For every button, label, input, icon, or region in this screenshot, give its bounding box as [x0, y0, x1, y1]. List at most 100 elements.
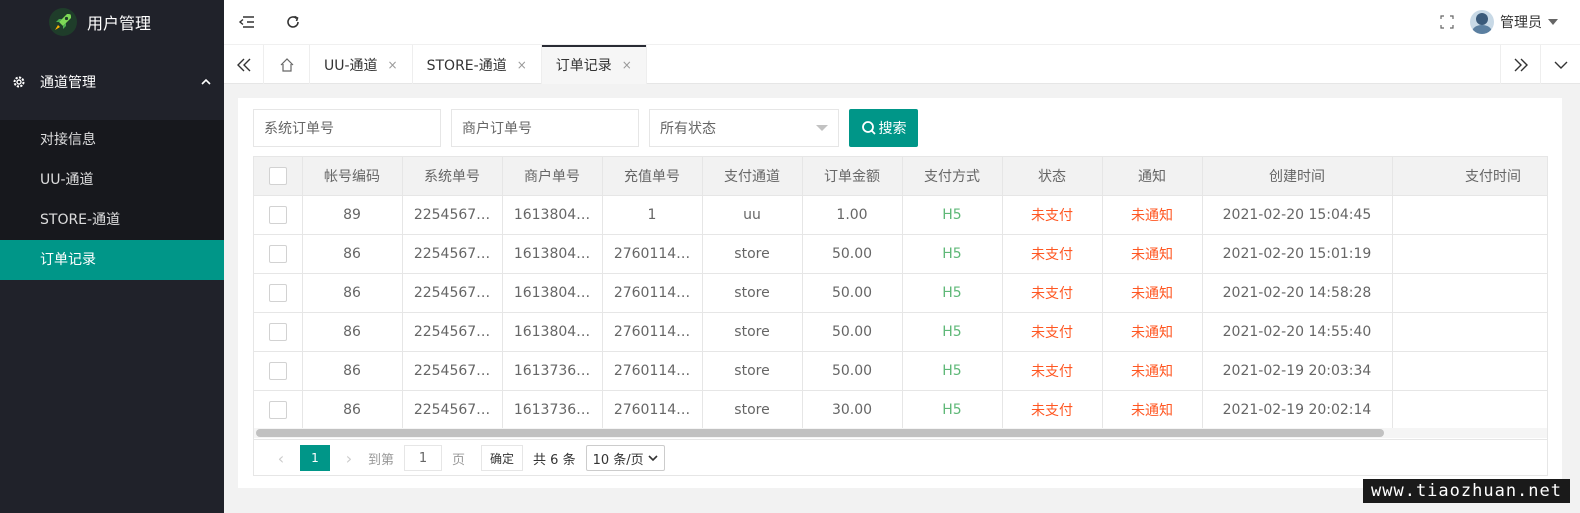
row-select-cell [254, 273, 303, 313]
tab-bar: UU-通道 × STORE-通道 × 订单记录 × [224, 44, 1580, 84]
cell-order-amount: 50.00 [802, 234, 903, 274]
column-header[interactable]: 创建时间 [1202, 157, 1393, 196]
cell-account-code: 86 [302, 234, 403, 274]
watermark: www.tiaozhuan.net [1363, 479, 1570, 503]
cell-paid-time [1392, 273, 1547, 313]
tabs-scroll-right-icon[interactable] [1500, 45, 1540, 84]
search-button-label: 搜索 [878, 121, 907, 137]
table-row[interactable]: 86 2254567… 1613736… 2760114… store 50.00 H5 未支… [254, 351, 1547, 391]
orders-table: 帐号编码 系统单号 商户单号 充值单号 支付通道 订单金额 支付方式 状态 通知… [253, 156, 1548, 476]
column-header[interactable]: 系统单号 [402, 157, 503, 196]
gear-icon [12, 74, 28, 90]
tab-close-icon[interactable]: × [517, 58, 527, 72]
cell-account-code: 86 [302, 312, 403, 352]
column-header[interactable]: 充值单号 [602, 157, 703, 196]
tab-order-records[interactable]: 订单记录 × [541, 45, 647, 84]
user-menu[interactable]: 管理员 [1470, 10, 1580, 34]
cell-pay-method: H5 [902, 390, 1003, 430]
table-row[interactable]: 86 2254567… 1613736… 2760114… store 30.00 H5 未支… [254, 390, 1547, 430]
horizontal-scrollbar[interactable] [254, 428, 1547, 438]
tab-store-channel[interactable]: STORE-通道 × [413, 45, 542, 84]
top-header: 管理员 [224, 0, 1580, 44]
caret-down-icon [1548, 19, 1558, 25]
tabs-scroll-left-icon[interactable] [224, 45, 264, 84]
total-count: 共 6 条 [533, 452, 576, 468]
cell-status: 未支付 [1002, 195, 1103, 235]
prev-page-icon[interactable]: ‹ [268, 445, 294, 471]
rocket-logo-icon [48, 8, 77, 36]
row-checkbox[interactable] [268, 400, 287, 419]
page-size-select[interactable]: 10 条/页 [585, 445, 665, 471]
cell-merchant-order: 1613804… [502, 234, 603, 274]
cell-created-time: 2021-02-20 15:04:45 [1202, 195, 1393, 235]
cell-created-time: 2021-02-19 20:02:14 [1202, 390, 1393, 430]
table-row[interactable]: 86 2254567… 1613804… 2760114… store 50.00 H5 未支… [254, 273, 1547, 313]
column-header[interactable]: 帐号编码 [302, 157, 403, 196]
cell-pay-channel: store [702, 234, 803, 274]
cell-notify: 未通知 [1102, 390, 1203, 430]
cell-status: 未支付 [1002, 273, 1103, 313]
refresh-icon[interactable] [270, 0, 316, 44]
cell-system-order: 2254567… [402, 390, 503, 430]
table-row[interactable]: 89 2254567… 1613804… 1 uu 1.00 H5 未支付 未通知 2021-02… [254, 195, 1547, 235]
tabs-dropdown-icon[interactable] [1540, 45, 1580, 84]
cell-status: 未支付 [1002, 390, 1103, 430]
search-button[interactable]: 搜索 [849, 109, 918, 147]
row-checkbox[interactable] [268, 205, 287, 224]
next-page-icon[interactable]: › [336, 445, 362, 471]
column-header[interactable]: 支付通道 [702, 157, 803, 196]
merchant-order-input[interactable]: 商户订单号 [451, 109, 639, 147]
fullscreen-icon[interactable] [1424, 0, 1470, 44]
column-header[interactable]: 支付方式 [902, 157, 1003, 196]
cell-created-time: 2021-02-20 14:58:28 [1202, 273, 1393, 313]
tab-home-icon[interactable] [264, 45, 310, 84]
cell-paid-time [1392, 234, 1547, 274]
chevron-up-icon [200, 76, 212, 88]
cell-pay-channel: store [702, 273, 803, 313]
cell-pay-method: H5 [902, 234, 1003, 274]
cell-merchant-order: 1613736… [502, 351, 603, 391]
select-all-checkbox[interactable] [268, 166, 287, 185]
app-title: 用户管理 [86, 14, 151, 33]
cell-merchant-order: 1613804… [502, 195, 603, 235]
logo[interactable]: 用户管理 [0, 0, 224, 44]
cell-status: 未支付 [1002, 234, 1103, 274]
nav-group-channel-management[interactable]: 通道管理 [0, 44, 224, 120]
cell-pay-channel: uu [702, 195, 803, 235]
system-order-input[interactable]: 系统订单号 [253, 109, 441, 147]
row-select-cell [254, 312, 303, 352]
cell-created-time: 2021-02-20 14:55:40 [1202, 312, 1393, 352]
cell-recharge-order: 2760114… [602, 351, 703, 391]
collapse-menu-icon[interactable] [224, 0, 270, 44]
column-header[interactable]: 通知 [1102, 157, 1203, 196]
row-checkbox[interactable] [268, 283, 287, 302]
status-select[interactable]: 所有状态 [649, 109, 839, 147]
sidebar-item-order-records[interactable]: 订单记录 [0, 240, 224, 280]
scrollbar-thumb[interactable] [256, 429, 1384, 437]
cell-order-amount: 50.00 [802, 312, 903, 352]
table-row[interactable]: 86 2254567… 1613804… 2760114… store 50.00 H5 未支… [254, 312, 1547, 352]
column-header[interactable]: 状态 [1002, 157, 1103, 196]
cell-created-time: 2021-02-20 15:01:19 [1202, 234, 1393, 274]
tab-close-icon[interactable]: × [388, 58, 398, 72]
sidebar-item-docking-info[interactable]: 对接信息 [0, 120, 224, 160]
cell-recharge-order: 2760114… [602, 312, 703, 352]
confirm-page-button[interactable]: 确定 [481, 445, 524, 471]
sidebar-item-uu-channel[interactable]: UU-通道 [0, 160, 224, 200]
cell-system-order: 2254567… [402, 273, 503, 313]
cell-merchant-order: 1613804… [502, 312, 603, 352]
sidebar-item-store-channel[interactable]: STORE-通道 [0, 200, 224, 240]
goto-label: 到第 [368, 452, 395, 468]
tab-uu-channel[interactable]: UU-通道 × [310, 45, 413, 84]
table-row[interactable]: 86 2254567… 1613804… 2760114… store 50.00 H5 未支… [254, 234, 1547, 274]
row-checkbox[interactable] [268, 244, 287, 263]
row-checkbox[interactable] [268, 361, 287, 380]
tab-close-icon[interactable]: × [622, 58, 632, 72]
cell-account-code: 89 [302, 195, 403, 235]
row-checkbox[interactable] [268, 322, 287, 341]
current-page[interactable]: 1 [300, 445, 330, 471]
column-header[interactable]: 支付时间 [1392, 157, 1547, 196]
column-header[interactable]: 商户单号 [502, 157, 603, 196]
column-header[interactable]: 订单金额 [802, 157, 903, 196]
goto-page-input[interactable]: 1 [404, 445, 443, 471]
